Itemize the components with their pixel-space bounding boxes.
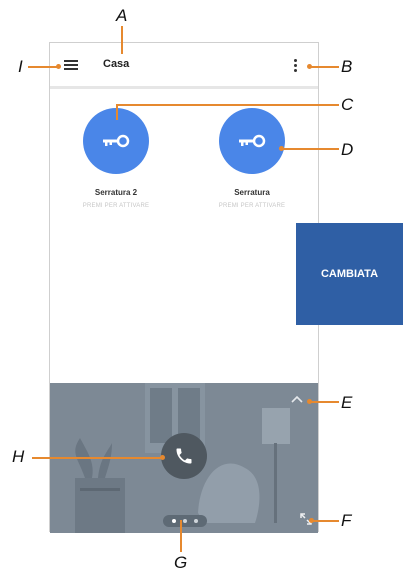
key-icon [103,134,130,148]
leader-line-c [117,104,339,106]
phone-icon [176,448,192,464]
top-app-bar: Casa [50,43,318,89]
callout-a: A [116,6,128,25]
lock-name: Serratura [234,188,270,197]
more-vert-icon[interactable] [294,59,298,72]
callout-g: G [174,553,188,572]
lock-hint: PREMI PER ATTIVARE [218,203,286,209]
leader-line-e [311,401,339,403]
callout-h: H [12,447,25,466]
callout-e: E [341,393,353,412]
app-title: Casa [103,58,130,70]
lock-hint: PREMI PER ATTIVARE [82,203,150,209]
leader-line-b [311,66,339,68]
key-icon [239,134,266,148]
callout-b: B [341,57,353,76]
lock-name: Serratura 2 [94,188,138,197]
page-dot [183,519,187,523]
leader-dot-i [56,64,61,69]
callout-f: F [341,511,352,530]
leader-line-h [32,457,162,459]
leader-line-i [28,66,58,68]
page-dot-active [172,519,176,523]
leader-line-g [180,520,182,552]
page-indicator [163,515,207,527]
chevron-up-icon[interactable] [291,395,303,403]
leader-line-f [313,520,339,522]
leader-line-a [121,26,123,54]
leader-dot-h [160,455,165,460]
lock-item-serratura[interactable]: Serratura PREMI PER ATTIVARE [216,108,288,209]
callout-d: D [341,140,354,159]
leader-line-c-drop [116,104,118,120]
lock-item-serratura-2[interactable]: Serratura 2 PREMI PER ATTIVARE [80,108,152,209]
call-button[interactable] [161,433,207,479]
lock-button[interactable] [219,108,285,174]
callout-c: C [341,95,354,114]
page-dot [194,519,198,523]
menu-icon[interactable] [64,60,78,70]
callout-i: I [18,57,23,76]
leader-line-d [283,148,339,150]
changed-overlay-label: CAMBIATA [296,223,403,325]
